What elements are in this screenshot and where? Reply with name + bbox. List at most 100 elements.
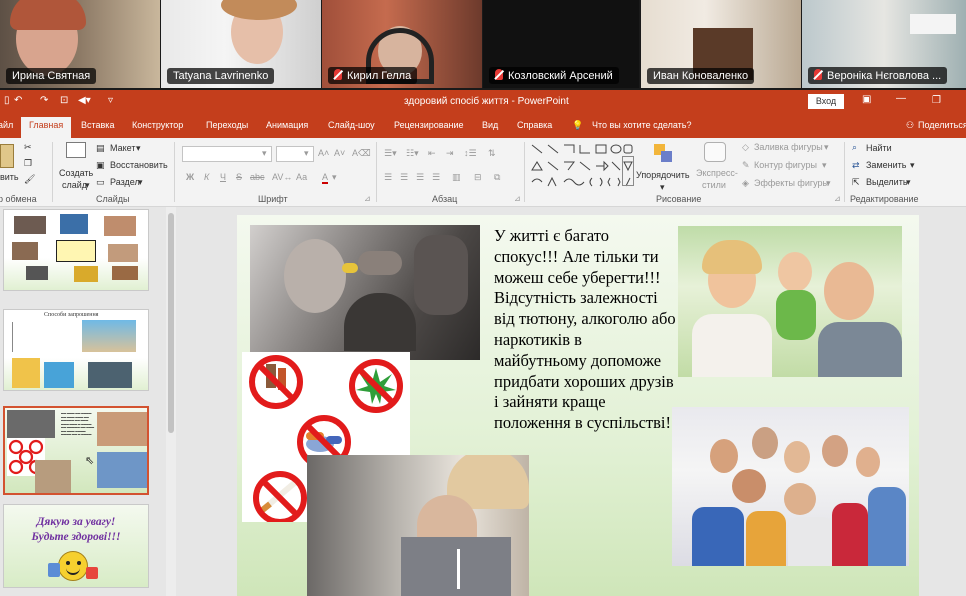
select-icon[interactable]: ⇱ bbox=[852, 177, 860, 188]
replace-button[interactable]: Заменить bbox=[866, 160, 906, 170]
shape-fill-dropdown-icon[interactable]: ▾ bbox=[824, 142, 829, 153]
tab-slideshow[interactable]: Слайд-шоу bbox=[328, 120, 375, 130]
section-icon[interactable]: ▭ bbox=[96, 177, 105, 188]
new-slide-button-line2[interactable]: слайд bbox=[62, 180, 87, 190]
text-direction-icon[interactable]: ⇅ bbox=[488, 148, 496, 159]
tab-animations[interactable]: Анимация bbox=[266, 120, 308, 130]
layout-dropdown-icon[interactable]: ▾ bbox=[136, 143, 141, 154]
photo-group-of-friends[interactable] bbox=[672, 407, 909, 566]
bullets-icon[interactable]: ☰▾ bbox=[384, 148, 397, 159]
ribbon-options-icon[interactable]: ▣ bbox=[862, 94, 871, 105]
numbering-icon[interactable]: ☷▾ bbox=[406, 148, 419, 159]
font-name-select[interactable] bbox=[182, 146, 272, 162]
align-left-icon[interactable]: ☰ bbox=[384, 172, 392, 183]
restore-icon[interactable]: ❐ bbox=[932, 95, 941, 106]
font-name-dropdown-icon[interactable]: ▾ bbox=[262, 148, 267, 159]
arrange-dropdown-icon[interactable]: ▾ bbox=[660, 182, 665, 193]
participant-tile-4[interactable]: Козловский Арсений bbox=[483, 0, 639, 88]
paragraph-dialog-launcher-icon[interactable]: ⊿ bbox=[514, 194, 521, 203]
quick-styles-button-line2[interactable]: стили bbox=[702, 180, 726, 190]
shape-effects-icon[interactable]: ◈ bbox=[742, 178, 749, 189]
arrange-button[interactable]: Упорядочить bbox=[636, 170, 690, 180]
tab-view[interactable]: Вид bbox=[482, 120, 498, 130]
line-spacing-icon[interactable]: ↕☰ bbox=[464, 148, 477, 159]
reset-button[interactable]: Восстановить bbox=[110, 160, 168, 170]
underline-button[interactable]: Ч bbox=[220, 172, 226, 182]
find-icon[interactable]: ⌕ bbox=[852, 142, 857, 153]
shape-effects-button[interactable]: Эффекты фигуры bbox=[754, 178, 829, 188]
section-button[interactable]: Раздел bbox=[110, 177, 140, 187]
replace-dropdown-icon[interactable]: ▾ bbox=[910, 160, 915, 171]
participant-tile-6[interactable]: Вероніка Нєговлова ... bbox=[802, 0, 966, 88]
format-painter-icon[interactable]: 🖌 bbox=[24, 174, 35, 185]
tab-file[interactable]: айл bbox=[0, 120, 13, 130]
arrange-icon[interactable] bbox=[654, 144, 672, 162]
align-right-icon[interactable]: ☰ bbox=[416, 172, 424, 183]
cut-icon[interactable]: ✂ bbox=[24, 142, 32, 153]
italic-button[interactable]: К bbox=[204, 172, 209, 182]
slide-thumbnail-3[interactable]: ▬▬ ▬▬▬ ▬▬ ▬▬▬▬ ▬▬ ▬▬▬ ▬▬▬ ▬▬ ▬▬▬▬▬ ▬▬ ▬▬… bbox=[3, 406, 149, 495]
reset-icon[interactable]: ▣ bbox=[96, 160, 105, 171]
shapes-gallery[interactable] bbox=[530, 142, 634, 188]
strikethrough-abc-button[interactable]: abc bbox=[250, 172, 265, 182]
new-slide-button[interactable]: Создать bbox=[59, 168, 93, 178]
layout-icon[interactable]: ▤ bbox=[96, 143, 105, 154]
font-size-dropdown-icon[interactable]: ▾ bbox=[304, 148, 309, 159]
thumbnail-scrollbar[interactable] bbox=[166, 207, 176, 596]
customize-qat-icon[interactable]: ▿ bbox=[108, 95, 113, 106]
section-dropdown-icon[interactable]: ▾ bbox=[138, 177, 143, 188]
tell-me-input[interactable]: Что вы хотите сделать? bbox=[592, 120, 692, 130]
shape-outline-icon[interactable]: ✎ bbox=[742, 160, 750, 171]
redo-icon[interactable]: ↷ bbox=[40, 95, 48, 106]
bold-button[interactable]: Ж bbox=[186, 172, 194, 182]
change-case-button[interactable]: Аа bbox=[296, 172, 307, 182]
tab-design[interactable]: Конструктор bbox=[132, 120, 183, 130]
participant-tile-2[interactable]: Tatyana Lavrinenko bbox=[161, 0, 321, 88]
shape-outline-button[interactable]: Контур фигуры bbox=[754, 160, 817, 170]
shape-effects-dropdown-icon[interactable]: ▾ bbox=[826, 178, 831, 189]
select-button[interactable]: Выделить bbox=[866, 177, 908, 187]
grow-font-icon[interactable]: A˄ bbox=[318, 148, 329, 158]
quick-styles-icon[interactable] bbox=[704, 142, 726, 162]
scrollbar-thumb[interactable] bbox=[168, 213, 174, 433]
font-dialog-launcher-icon[interactable]: ⊿ bbox=[364, 194, 371, 203]
tab-review[interactable]: Рецензирование bbox=[394, 120, 464, 130]
drawing-dialog-launcher-icon[interactable]: ⊿ bbox=[834, 194, 841, 203]
participant-tile-1[interactable]: Ирина Святная bbox=[0, 0, 160, 88]
paste-icon[interactable] bbox=[0, 144, 14, 168]
photo-happy-family[interactable] bbox=[678, 226, 902, 377]
tab-home[interactable]: Главная bbox=[21, 117, 72, 138]
replace-icon[interactable]: ⇄ bbox=[852, 160, 860, 171]
photo-drug-users[interactable] bbox=[250, 225, 480, 360]
justify-icon[interactable]: ☰ bbox=[432, 172, 440, 183]
paste-button[interactable]: вить bbox=[0, 172, 19, 182]
font-color-icon[interactable]: A bbox=[322, 172, 329, 184]
font-color-dropdown-icon[interactable]: ▾ bbox=[332, 172, 337, 183]
slideshow-start-icon[interactable]: ⊡ bbox=[60, 95, 68, 106]
select-dropdown-icon[interactable]: ▾ bbox=[906, 177, 911, 188]
photo-teen-snorting[interactable] bbox=[307, 455, 529, 596]
participant-tile-5[interactable]: Иван Коноваленко bbox=[641, 0, 801, 88]
login-button[interactable]: Вход bbox=[808, 94, 844, 109]
new-slide-icon[interactable] bbox=[66, 142, 86, 158]
tab-transitions[interactable]: Переходы bbox=[206, 120, 248, 130]
minimize-icon[interactable]: — bbox=[896, 93, 906, 104]
current-slide[interactable]: У житті є багато спокус!!! Але тільки ти… bbox=[237, 215, 919, 596]
slide-body-text[interactable]: У житті є багато спокус!!! Але тільки ти… bbox=[494, 226, 676, 434]
find-button[interactable]: Найти bbox=[866, 143, 892, 153]
tab-help[interactable]: Справка bbox=[517, 120, 552, 130]
slide-thumbnail-2[interactable]: Способи запрошення bbox=[3, 309, 149, 391]
char-spacing-icon[interactable]: AV↔ bbox=[272, 172, 292, 182]
shrink-font-icon[interactable]: A˅ bbox=[334, 148, 345, 158]
copy-icon[interactable]: ❐ bbox=[24, 158, 32, 169]
save-icon[interactable]: ▯ bbox=[4, 95, 10, 106]
participant-tile-3[interactable]: Кирил Гелла bbox=[322, 0, 482, 88]
new-slide-dropdown-icon[interactable]: ▾ bbox=[85, 180, 90, 191]
undo-icon[interactable]: ↶ bbox=[14, 95, 22, 106]
decrease-indent-icon[interactable]: ⇤ bbox=[428, 148, 436, 159]
align-center-icon[interactable]: ☰ bbox=[400, 172, 408, 183]
tab-insert[interactable]: Вставка bbox=[81, 120, 114, 130]
shape-outline-dropdown-icon[interactable]: ▾ bbox=[822, 160, 827, 171]
shape-fill-icon[interactable]: ◇ bbox=[742, 142, 749, 153]
columns-icon[interactable]: ▥ bbox=[452, 172, 461, 183]
